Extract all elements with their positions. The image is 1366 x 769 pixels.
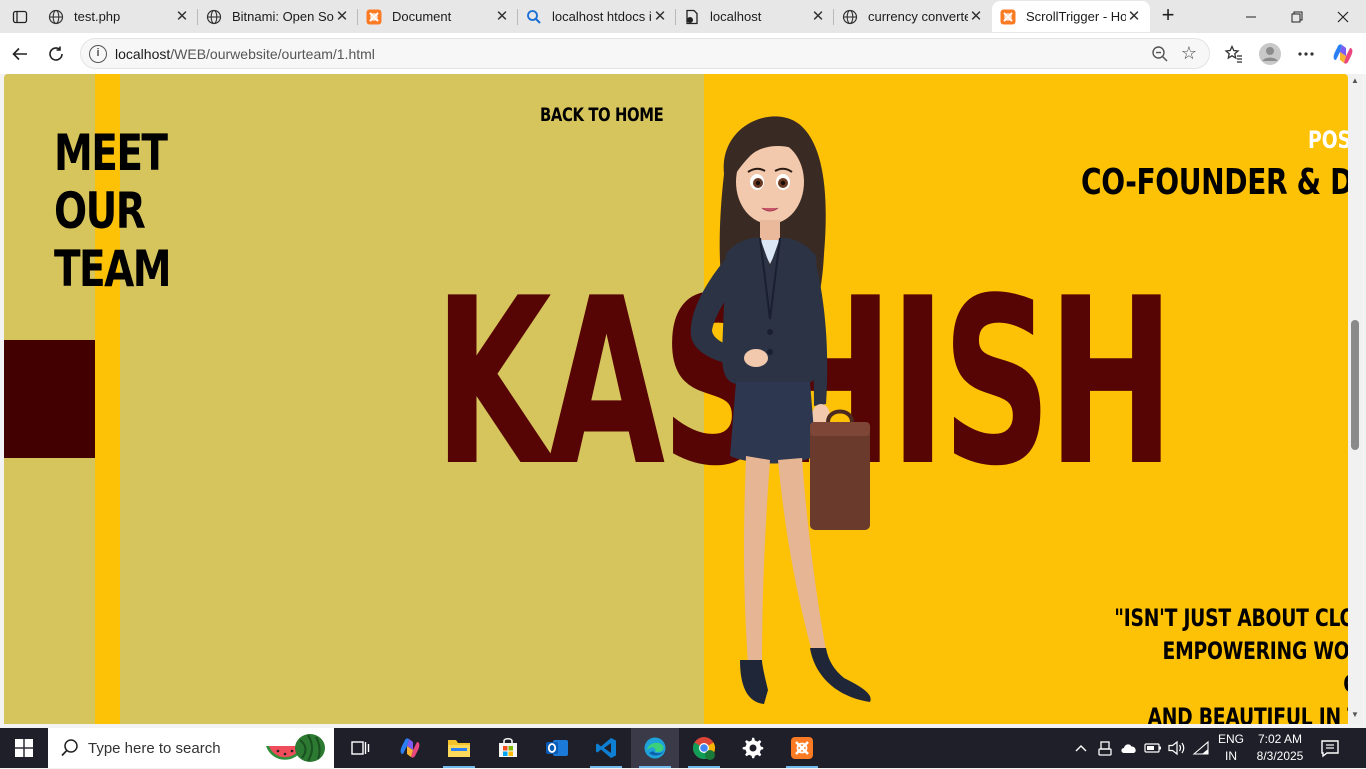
- scroll-down-arrow-icon[interactable]: ▼: [1350, 710, 1360, 720]
- tab-title: localhost htdocs ir: [552, 9, 652, 24]
- quote-line-3: AND BEAUTIFUL IN THEIR OWN S: [1147, 703, 1348, 724]
- tab-title: Bitnami: Open Sou: [232, 9, 334, 24]
- quote-line-2: EMPOWERING WOMEN TO FEEL CONFIDENT, E: [1162, 637, 1348, 698]
- back-to-home-link[interactable]: BACK TO HOME: [540, 104, 664, 126]
- xampp-icon: [1000, 9, 1016, 25]
- copilot-taskbar-icon[interactable]: [386, 728, 434, 768]
- heading-line-team: TEAM: [54, 240, 172, 298]
- member-role: CO-FOUNDER & DEVELO: [1081, 162, 1348, 203]
- windows-taskbar: Type here to search ENG IN 7:02 AM 8/3/2…: [0, 728, 1366, 768]
- heading-line-our: OUR: [54, 182, 146, 240]
- close-tab-icon[interactable]: ✕: [968, 8, 984, 25]
- heading-line-meet: MEET: [54, 124, 168, 182]
- language-region: IN: [1225, 749, 1237, 763]
- language-indicator[interactable]: ENG IN: [1212, 731, 1250, 765]
- search-placeholder: Type here to search: [88, 739, 221, 757]
- meet-our-team-heading: MEET OUR TEAM: [54, 124, 179, 298]
- tab-test-php[interactable]: test.php ✕: [40, 1, 198, 32]
- team-member-illustration: [664, 104, 894, 714]
- network-wifi-icon[interactable]: [1190, 728, 1212, 768]
- notifications-icon[interactable]: [1318, 736, 1342, 760]
- page-scrollbar[interactable]: ▲ ▼: [1348, 74, 1362, 724]
- volume-icon[interactable]: [1166, 728, 1188, 768]
- tab-localhost[interactable]: localhost ✕: [676, 1, 834, 32]
- tab-title: ScrollTrigger - Hor: [1026, 9, 1126, 24]
- close-tab-icon[interactable]: ✕: [334, 8, 350, 25]
- outlook-icon[interactable]: [533, 728, 581, 768]
- language-code: ENG: [1217, 732, 1244, 746]
- tab-localhost-htdocs[interactable]: localhost htdocs ir ✕: [518, 1, 676, 32]
- tab-document[interactable]: Document ✕: [358, 1, 518, 32]
- scrollbar-thumb[interactable]: [1351, 320, 1359, 450]
- search-icon: [60, 738, 80, 758]
- vscode-icon[interactable]: [582, 728, 630, 768]
- profile-avatar-icon[interactable]: [1257, 41, 1283, 67]
- watermelon-icon: [264, 732, 326, 764]
- clock-time: 7:02 AM: [1257, 732, 1303, 746]
- browser-toolbar: i localhost/WEB/ourwebsite/ourteam/1.htm…: [0, 33, 1366, 74]
- tab-currency-converter[interactable]: currency converte ✕: [834, 1, 992, 32]
- globe-icon: [842, 9, 858, 25]
- file-explorer-icon[interactable]: [435, 728, 483, 768]
- site-info-icon[interactable]: i: [89, 45, 107, 63]
- close-tab-icon[interactable]: ✕: [494, 8, 510, 25]
- copilot-icon[interactable]: [1330, 41, 1356, 67]
- browser-tab-strip: test.php ✕ Bitnami: Open Sou ✕ Document …: [0, 0, 1366, 33]
- tab-title: test.php: [74, 9, 121, 24]
- zoom-out-icon[interactable]: [1151, 45, 1169, 63]
- clock-date: 8/3/2025: [1256, 749, 1304, 763]
- url-path: /WEB/ourwebsite/ourteam/1.html: [170, 46, 375, 62]
- page-viewport: MEET OUR TEAM BACK TO HOME KASHISH POSI …: [4, 74, 1348, 724]
- xampp-icon: [366, 9, 382, 25]
- start-button[interactable]: [0, 728, 48, 768]
- quote-line-1: "ISN'T JUST ABOUT CLOTHES—IT'S A: [1114, 604, 1348, 632]
- taskbar-search-box[interactable]: Type here to search: [48, 728, 334, 768]
- back-button[interactable]: [5, 39, 35, 69]
- globe-icon: [48, 9, 64, 25]
- more-options-icon[interactable]: [1293, 41, 1319, 67]
- close-tab-icon[interactable]: ✕: [652, 8, 668, 25]
- restore-button[interactable]: [1274, 0, 1320, 33]
- chrome-icon[interactable]: [680, 728, 728, 768]
- refresh-button[interactable]: [41, 39, 71, 69]
- search-icon: [526, 9, 542, 25]
- dark-maroon-block: [4, 340, 95, 458]
- usb-device-icon[interactable]: [1094, 728, 1116, 768]
- close-tab-icon[interactable]: ✕: [174, 8, 190, 25]
- url-text[interactable]: localhost/WEB/ourwebsite/ourteam/1.html: [115, 46, 375, 62]
- globe-icon: [206, 9, 222, 25]
- address-bar[interactable]: i localhost/WEB/ourwebsite/ourteam/1.htm…: [80, 38, 1210, 69]
- close-tab-icon[interactable]: ✕: [1126, 8, 1142, 25]
- scroll-up-arrow-icon[interactable]: ▲: [1350, 76, 1360, 86]
- onedrive-cloud-icon[interactable]: [1118, 728, 1140, 768]
- battery-icon[interactable]: [1142, 728, 1164, 768]
- taskbar-clock[interactable]: 7:02 AM 8/3/2025: [1250, 731, 1310, 765]
- member-quote: "ISN'T JUST ABOUT CLOTHES—IT'S A EMPOWER…: [1080, 602, 1348, 724]
- position-label: POSI: [1308, 126, 1348, 154]
- microsoft-store-icon[interactable]: [484, 728, 532, 768]
- url-host: localhost: [115, 46, 171, 62]
- show-hidden-icons-chevron-icon[interactable]: [1070, 728, 1092, 768]
- tab-title: currency converte: [868, 9, 968, 24]
- favorites-icon[interactable]: [1221, 41, 1247, 67]
- task-view-icon[interactable]: [336, 728, 384, 768]
- xampp-taskbar-icon[interactable]: [778, 728, 826, 768]
- edge-browser-icon[interactable]: [631, 728, 679, 768]
- settings-gear-icon[interactable]: [729, 728, 777, 768]
- tab-title: Document: [392, 9, 452, 24]
- close-window-button[interactable]: [1320, 0, 1366, 33]
- minimize-button[interactable]: [1228, 0, 1274, 33]
- tab-bitnami[interactable]: Bitnami: Open Sou ✕: [198, 1, 358, 32]
- tab-scrolltrigger[interactable]: ScrollTrigger - Hor ✕: [992, 1, 1150, 32]
- tab-actions-icon[interactable]: [6, 4, 34, 30]
- page-icon: [684, 9, 700, 25]
- tab-title: localhost: [710, 9, 762, 24]
- close-tab-icon[interactable]: ✕: [810, 8, 826, 25]
- new-tab-button[interactable]: +: [1156, 4, 1180, 28]
- favorite-star-icon[interactable]: ☆: [1179, 43, 1199, 63]
